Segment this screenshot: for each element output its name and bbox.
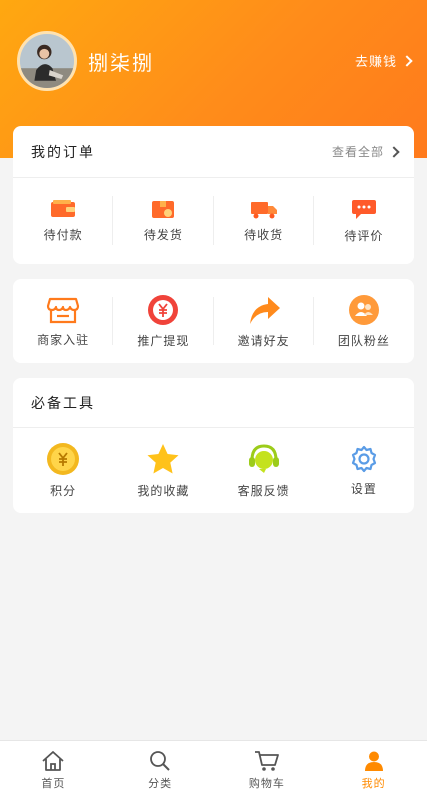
tab-category[interactable]: 分类 — [107, 741, 214, 800]
services-card: 商家入驻 推广提现 邀请好友 团队粉丝 — [13, 279, 414, 363]
chevron-right-icon — [401, 54, 413, 67]
tools-header: 必备工具 — [13, 378, 414, 428]
orders-title: 我的订单 — [31, 144, 95, 161]
wallet-icon — [51, 200, 76, 217]
chevron-right-icon — [388, 145, 400, 158]
service-merchant-join[interactable]: 商家入驻 — [13, 279, 114, 363]
order-label: 待付款 — [43, 228, 83, 242]
tab-home[interactable]: 首页 — [0, 741, 107, 800]
star-icon — [147, 443, 179, 473]
tools-grid: 积分 我的收藏 客服反馈 设置 — [13, 428, 414, 512]
yuan-icon — [148, 294, 179, 325]
tab-label: 分类 — [148, 777, 173, 790]
service-label: 邀请好友 — [237, 333, 290, 348]
headset-icon — [248, 443, 279, 473]
cart-icon — [254, 751, 279, 771]
order-pending-review[interactable]: 待评价 — [314, 178, 414, 263]
service-label: 团队粉丝 — [337, 333, 390, 348]
search-icon — [150, 751, 170, 771]
order-label: 待发货 — [143, 228, 183, 242]
earn-link[interactable]: 去赚钱 — [354, 51, 413, 70]
tool-customer-service[interactable]: 客服反馈 — [214, 428, 314, 512]
tool-label: 积分 — [50, 483, 77, 498]
home-icon — [42, 751, 64, 771]
services-grid: 商家入驻 推广提现 邀请好友 团队粉丝 — [13, 279, 414, 363]
service-invite-friends[interactable]: 邀请好友 — [214, 279, 315, 363]
bottom-tab-bar: 首页 分类 购物车 我的 — [0, 740, 427, 800]
tool-favorites[interactable]: 我的收藏 — [113, 428, 213, 512]
service-label: 商家入驻 — [37, 332, 90, 347]
avatar[interactable] — [17, 31, 77, 91]
username: 捌柒捌 — [88, 51, 154, 75]
orders-grid: 待付款 待发货 待收货 待评价 — [13, 178, 414, 263]
view-all-label: 查看全部 — [331, 145, 384, 159]
service-promo-withdraw[interactable]: 推广提现 — [113, 279, 214, 363]
earn-label: 去赚钱 — [354, 55, 397, 70]
service-label: 推广提现 — [137, 333, 190, 348]
box-icon — [152, 201, 175, 218]
tab-mine[interactable]: 我的 — [320, 741, 427, 800]
service-team-fans[interactable]: 团队粉丝 — [314, 279, 414, 363]
tool-settings[interactable]: 设置 — [314, 428, 414, 512]
user-icon — [364, 751, 383, 771]
order-pending-shipment[interactable]: 待发货 — [113, 178, 214, 263]
tab-label: 首页 — [41, 777, 66, 790]
tool-label: 设置 — [350, 481, 377, 496]
tool-label: 我的收藏 — [137, 483, 190, 498]
store-icon — [47, 297, 80, 323]
orders-header: 我的订单 查看全部 — [13, 126, 414, 178]
tab-label: 我的 — [361, 777, 386, 790]
order-label: 待收货 — [244, 228, 284, 242]
tab-label: 购物车 — [248, 777, 285, 790]
team-icon — [348, 294, 379, 325]
coin-icon — [47, 442, 80, 475]
tool-label: 客服反馈 — [237, 483, 290, 498]
truck-icon — [250, 202, 277, 219]
comment-icon — [351, 200, 376, 219]
order-pending-receipt[interactable]: 待收货 — [214, 178, 315, 263]
order-label: 待评价 — [344, 229, 384, 243]
share-arrow-icon — [249, 296, 280, 324]
tools-card: 必备工具 积分 我的收藏 客服反馈 设置 — [13, 378, 414, 513]
tool-points[interactable]: 积分 — [13, 428, 113, 512]
gear-icon — [351, 445, 376, 472]
tab-cart[interactable]: 购物车 — [214, 741, 321, 800]
tools-title: 必备工具 — [31, 395, 95, 412]
view-all-orders-link[interactable]: 查看全部 — [331, 143, 400, 160]
order-pending-payment[interactable]: 待付款 — [13, 178, 114, 263]
orders-card: 我的订单 查看全部 待付款 待发货 待收货 待评价 — [13, 126, 414, 264]
